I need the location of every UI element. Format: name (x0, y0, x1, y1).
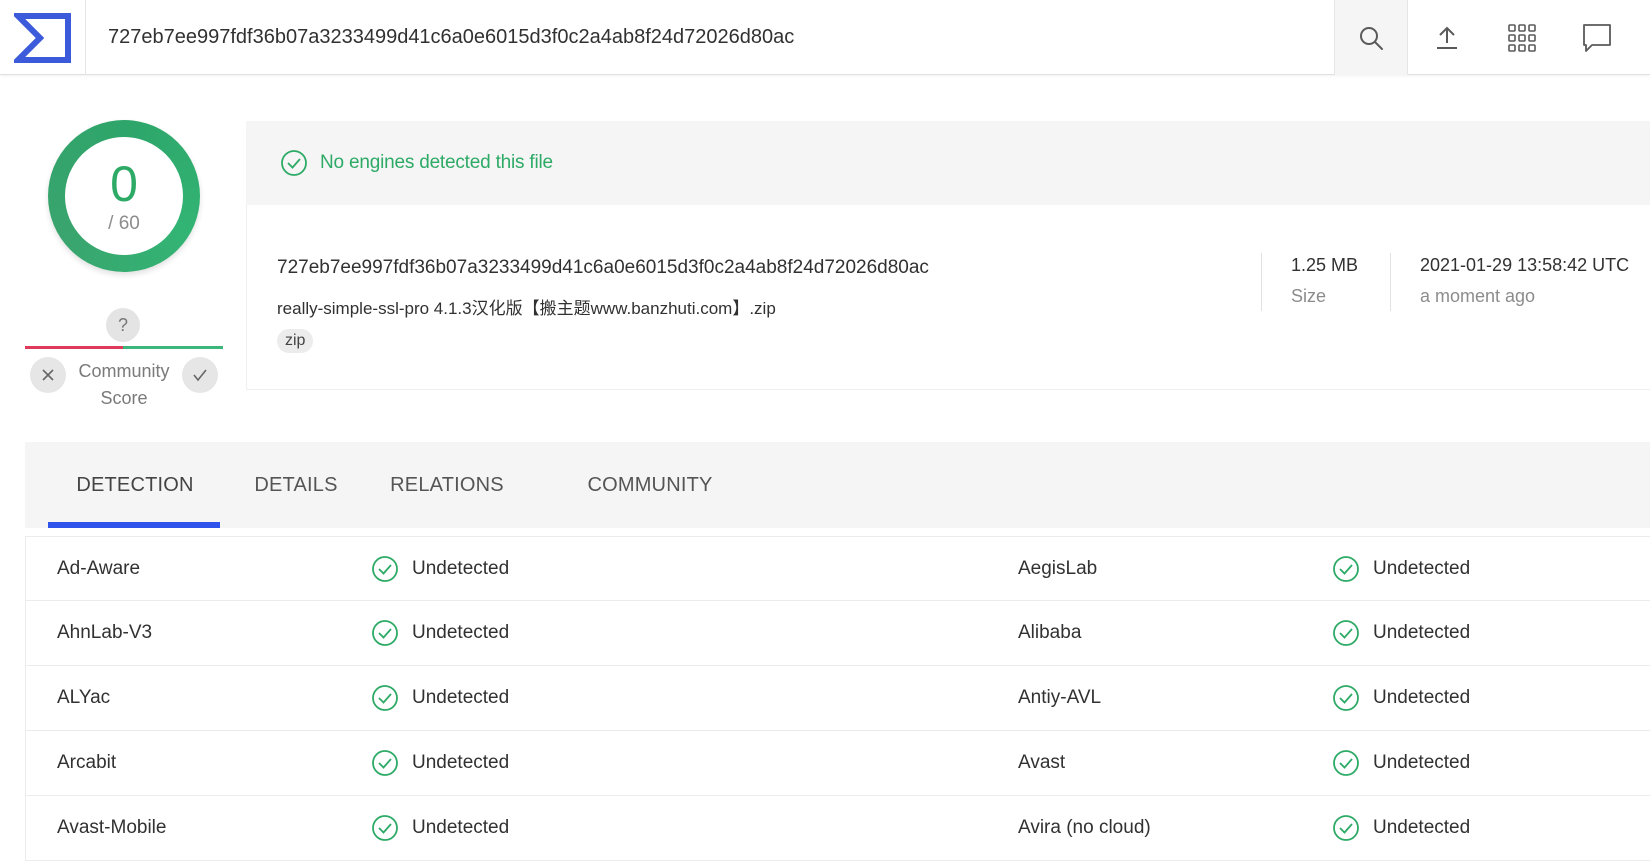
file-name: really-simple-ssl-pro 4.1.3汉化版【搬主题www.ba… (277, 299, 776, 318)
file-hash: 727eb7ee997fdf36b07a3233499d41c6a0e6015d… (277, 257, 929, 278)
engine-status: Undetected (1332, 666, 1470, 730)
report-tabs: DETECTION DETAILS RELATIONS COMMUNITY (25, 442, 1650, 528)
vote-harmless-button[interactable] (182, 357, 218, 393)
engine-name: AegisLab (1018, 558, 1098, 579)
engine-name: Avast-Mobile (57, 817, 167, 838)
engine-status: Undetected (371, 601, 509, 665)
engine-name: Alibaba (1018, 622, 1082, 643)
engine-status: Undetected (1332, 537, 1470, 601)
engine-total: / 60 (108, 213, 140, 234)
check-circle-icon (371, 555, 399, 583)
check-circle-icon (371, 749, 399, 777)
engine-name: Ad-Aware (57, 558, 141, 579)
engine-status: Undetected (1332, 601, 1470, 665)
upload-button[interactable] (1410, 0, 1484, 75)
table-row: ALYac Undetected Antiy-AVL Undetected (25, 666, 1650, 731)
apps-grid-button[interactable] (1485, 0, 1559, 75)
table-row: Ad-Aware Undetected AegisLab Undetected (25, 536, 1650, 601)
check-circle-icon (371, 814, 399, 842)
check-circle-icon (371, 619, 399, 647)
engine-status: Undetected (371, 666, 509, 730)
engine-name: Antiy-AVL (1018, 687, 1102, 708)
community-bar-positive (123, 346, 223, 349)
engine-name: ALYac (57, 687, 111, 708)
score-inner: 0 / 60 (65, 137, 183, 255)
check-icon (193, 369, 207, 382)
file-size-label: Size (1291, 286, 1327, 306)
file-info-panel: 727eb7ee997fdf36b07a3233499d41c6a0e6015d… (246, 205, 1650, 390)
table-row: Arcabit Undetected Avast Undetected (25, 731, 1650, 796)
detection-message: No engines detected this file (320, 152, 553, 173)
top-bar (0, 0, 1650, 75)
check-circle-icon (1332, 555, 1360, 583)
meta-divider (1390, 253, 1391, 311)
file-type-tag[interactable]: zip (277, 329, 314, 353)
engine-name: Avast (1018, 752, 1066, 773)
check-circle-icon (371, 684, 399, 712)
check-circle-icon (1332, 619, 1360, 647)
tab-relations[interactable]: RELATIONS (381, 442, 513, 528)
analysis-date: 2021-01-29 13:58:42 UTC (1420, 255, 1630, 275)
community-bar-negative (25, 346, 123, 349)
check-circle-icon (1332, 814, 1360, 842)
engine-name: AhnLab-V3 (57, 622, 153, 643)
engine-status: Undetected (371, 796, 509, 860)
close-icon (42, 369, 54, 381)
search-icon (1360, 26, 1383, 50)
engine-status: Undetected (1332, 731, 1470, 795)
file-size: 1.25 MB (1291, 255, 1359, 275)
engine-name: Avira (no cloud) (1018, 817, 1151, 838)
table-row: AhnLab-V3 Undetected Alibaba Undetected (25, 601, 1650, 666)
tab-detection[interactable]: DETECTION (73, 442, 197, 528)
engine-status: Undetected (1332, 796, 1470, 860)
search-button[interactable] (1334, 0, 1408, 75)
chat-button[interactable] (1560, 0, 1634, 75)
chat-icon (1583, 23, 1611, 52)
check-circle-icon (1332, 684, 1360, 712)
community-unknown-badge: ? (106, 308, 140, 342)
tab-community[interactable]: COMMUNITY (574, 442, 726, 528)
engine-name: Arcabit (57, 752, 117, 773)
tab-details[interactable]: DETAILS (246, 442, 346, 528)
detection-summary-banner: No engines detected this file (246, 121, 1650, 205)
analysis-date-relative: a moment ago (1420, 286, 1536, 306)
detection-score-ring: 0 / 60 (48, 120, 200, 272)
engine-status: Undetected (371, 537, 509, 601)
upload-icon (1437, 26, 1457, 49)
engine-status: Undetected (371, 731, 509, 795)
active-tab-indicator (48, 522, 220, 528)
check-circle-icon (281, 150, 307, 176)
community-score-label: Community Score (78, 361, 170, 408)
virustotal-logo-icon[interactable] (0, 0, 86, 75)
detected-count: 0 (110, 156, 138, 212)
search-input[interactable] (86, 0, 1334, 75)
vote-malicious-button[interactable] (30, 357, 66, 393)
detection-results-table: Ad-Aware Undetected AegisLab Undetected … (25, 536, 1650, 861)
check-circle-icon (1332, 749, 1360, 777)
table-row: Avast-Mobile Undetected Avira (no cloud)… (25, 796, 1650, 861)
meta-divider (1261, 253, 1262, 311)
apps-grid-icon (1508, 23, 1536, 52)
